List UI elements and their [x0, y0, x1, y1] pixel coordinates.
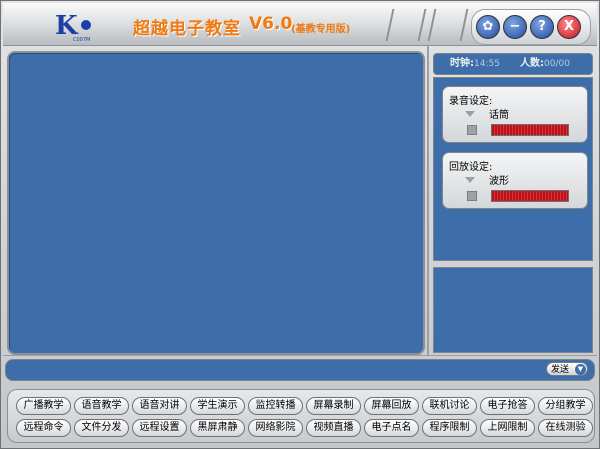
app-logo: K C007M: [55, 11, 105, 43]
function-button[interactable]: 视频直播: [306, 419, 361, 437]
people-count-value: 00/00: [544, 59, 570, 69]
record-settings-title: 录音设定:: [449, 96, 493, 107]
student-list-panel[interactable]: [433, 267, 593, 353]
function-button[interactable]: 程序限制: [422, 419, 477, 437]
function-button[interactable]: 屏幕录制: [306, 397, 361, 415]
function-button[interactable]: 语音对讲: [132, 397, 187, 415]
function-button[interactable]: 学生演示: [190, 397, 245, 415]
playback-settings-group: 回放设定: 波形: [442, 152, 588, 209]
function-button[interactable]: 联机讨论: [422, 397, 477, 415]
playback-mode-value: 波形: [489, 176, 509, 187]
playback-level-meter: [491, 190, 569, 202]
app-version: V6.0: [249, 14, 293, 34]
people-count-label: 人数:: [520, 58, 544, 69]
triangle-down-icon[interactable]: [465, 111, 475, 117]
status-bar: 时钟:14:55 人数:00/00: [433, 53, 593, 75]
logo-subtext: C007M: [73, 37, 91, 43]
function-button[interactable]: 电子抢答: [480, 397, 535, 415]
send-button[interactable]: 发送 ▼: [546, 362, 588, 376]
function-button[interactable]: 电子点名: [364, 419, 419, 437]
app-title: 超越电子教室: [133, 19, 241, 39]
logo-mark: K: [55, 11, 78, 41]
question-icon: ?: [538, 19, 546, 34]
titlebar-divider: [427, 9, 469, 41]
minus-icon: −: [509, 19, 521, 34]
horizontal-splitter: [3, 355, 597, 356]
clock-value: 14:55: [474, 59, 500, 69]
function-button[interactable]: 分组教学: [538, 397, 593, 415]
function-button[interactable]: 文件分发: [74, 419, 129, 437]
close-icon: X: [563, 19, 575, 34]
vertical-splitter[interactable]: [427, 45, 429, 355]
function-button[interactable]: 远程设置: [132, 419, 187, 437]
title-bar[interactable]: K C007M 超越电子教室 V6.0 (基教专用版) ✿ − ? X: [3, 3, 597, 46]
function-button[interactable]: 远程命令: [16, 419, 71, 437]
function-button[interactable]: 上网限制: [480, 419, 535, 437]
record-settings-group: 录音设定: 话筒: [442, 86, 588, 143]
message-input[interactable]: [5, 359, 595, 381]
app-edition: (基教专用版): [291, 24, 351, 35]
function-button[interactable]: 语音教学: [74, 397, 129, 415]
app-window: K C007M 超越电子教室 V6.0 (基教专用版) ✿ − ? X 时钟:1…: [0, 0, 600, 449]
function-button[interactable]: 黑屏肃静: [190, 419, 245, 437]
logo-dot: [81, 20, 91, 30]
clock-label: 时钟:: [450, 58, 474, 69]
gear-icon: ✿: [482, 19, 494, 34]
function-button[interactable]: 在线测验: [538, 419, 593, 437]
function-button[interactable]: 监控转播: [248, 397, 303, 415]
function-button[interactable]: 网络影院: [248, 419, 303, 437]
record-source-value: 话筒: [489, 110, 509, 121]
student-screen-area[interactable]: [7, 51, 425, 355]
window-controls: ✿ − ? X: [471, 9, 591, 45]
settings-button[interactable]: ✿: [476, 15, 500, 39]
chevron-down-icon[interactable]: ▼: [575, 364, 586, 375]
function-button[interactable]: 屏幕回放: [364, 397, 419, 415]
side-panel: 时钟:14:55 人数:00/00 录音设定: 话筒 回放设定: 波形: [433, 51, 593, 353]
square-icon[interactable]: [467, 191, 477, 201]
playback-settings-title: 回放设定:: [449, 162, 493, 173]
close-button[interactable]: X: [557, 15, 581, 39]
send-button-label: 发送: [551, 365, 570, 375]
audio-settings-well: 录音设定: 话筒 回放设定: 波形: [433, 77, 593, 261]
help-button[interactable]: ?: [530, 15, 554, 39]
square-icon[interactable]: [467, 125, 477, 135]
record-level-meter: [491, 124, 569, 136]
triangle-down-icon[interactable]: [465, 177, 475, 183]
function-button[interactable]: 广播教学: [16, 397, 71, 415]
titlebar-divider: [385, 9, 427, 41]
minimize-button[interactable]: −: [503, 15, 527, 39]
